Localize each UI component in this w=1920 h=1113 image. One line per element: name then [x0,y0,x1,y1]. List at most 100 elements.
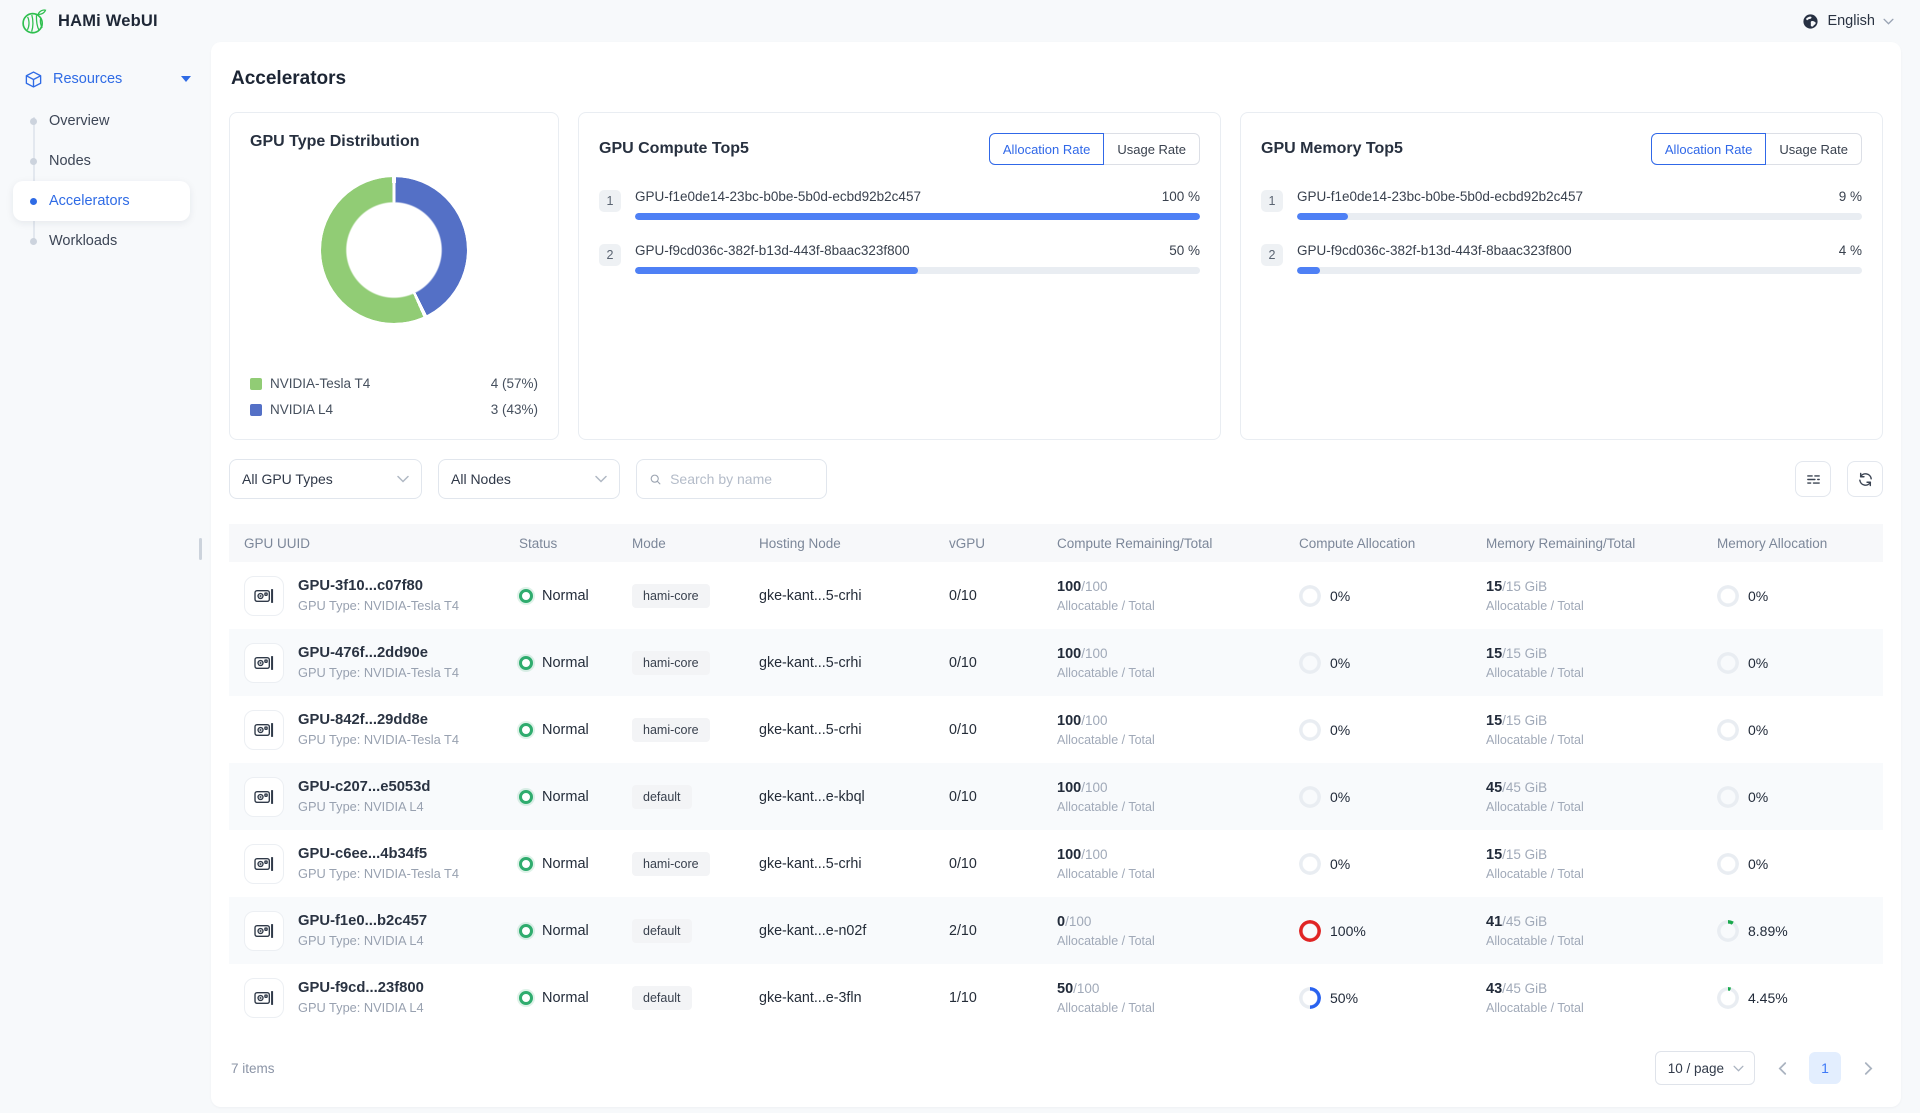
sidebar-resize-handle[interactable] [199,538,202,560]
memory-allocation-ring [1717,987,1739,1009]
column-settings-button[interactable] [1795,461,1831,497]
mode-badge: hami-core [632,852,710,876]
table-row[interactable]: GPU-c207...e5053d GPU Type: NVIDIA L4 No… [229,763,1883,830]
compute-allocation-value: 0% [1330,588,1350,604]
memory-remaining: 41 [1486,914,1502,930]
progress-bar [1297,267,1862,274]
sidebar: Resources Overview Nodes Accelerators Wo… [0,42,211,1113]
col-compute-remaining: Compute Remaining/Total [1057,536,1299,551]
sidebar-item-overview[interactable]: Overview [0,101,211,141]
gpu-uuid: GPU-f1e0...b2c457 [298,913,427,929]
gpu-card-icon [244,844,284,884]
rate-toggle: Allocation Rate Usage Rate [989,133,1200,165]
col-memory-allocation: Memory Allocation [1717,536,1883,551]
memory-total: /15 GiB [1502,646,1547,661]
chevron-down-icon [1883,18,1894,25]
status-label: Normal [542,856,589,872]
main-panel: Accelerators GPU Type Distribution NVIDI… [211,42,1901,1107]
hosting-node: gke-kant...e-kbql [759,789,949,805]
memory-total: /15 GiB [1502,713,1547,728]
node-select[interactable]: All Nodes [438,459,620,499]
tree-dot-icon [30,238,37,245]
status-label: Normal [542,655,589,671]
chevron-down-icon[interactable] [181,76,191,82]
legend-value: 4 (57%) [491,376,538,391]
table-row[interactable]: GPU-3f10...c07f80 GPU Type: NVIDIA-Tesla… [229,562,1883,629]
sidebar-item-label: Overview [49,113,109,129]
table-row[interactable]: GPU-842f...29dd8e GPU Type: NVIDIA-Tesla… [229,696,1883,763]
compute-allocation-ring [1299,719,1321,741]
hosting-node: gke-kant...5-crhi [759,856,949,872]
table-row[interactable]: GPU-f9cd...23f800 GPU Type: NVIDIA L4 No… [229,964,1883,1031]
brand: HAMi WebUI [20,8,158,35]
progress-bar [635,213,1200,220]
gpu-type-select[interactable]: All GPU Types [229,459,422,499]
memory-allocation-value: 0% [1748,588,1768,604]
allocation-rate-tab[interactable]: Allocation Rate [989,133,1104,165]
gpu-type: GPU Type: NVIDIA-Tesla T4 [298,732,459,747]
search-input[interactable] [670,471,814,487]
table-row[interactable]: GPU-c6ee...4b34f5 GPU Type: NVIDIA-Tesla… [229,830,1883,897]
gpu-name: GPU-f9cd036c-382f-b13d-443f-8baac323f800 [1297,243,1572,258]
refresh-icon [1857,471,1874,488]
status-ok-icon [519,924,533,938]
table-row[interactable]: GPU-476f...2dd90e GPU Type: NVIDIA-Tesla… [229,629,1883,696]
legend-value: 3 (43%) [491,402,538,417]
top5-item: 2 GPU-f9cd036c-382f-b13d-443f-8baac323f8… [599,243,1200,274]
next-page-button[interactable] [1855,1052,1881,1084]
chevron-down-icon [397,475,409,483]
table-row[interactable]: GPU-f1e0...b2c457 GPU Type: NVIDIA L4 No… [229,897,1883,964]
compute-remaining: 50 [1057,981,1073,997]
sidebar-item-label: Nodes [49,153,91,169]
compute-remaining: 100 [1057,713,1081,729]
legend-label: NVIDIA L4 [270,402,333,417]
table-footer: 7 items 10 / page 1 [229,1031,1883,1085]
gpu-type: GPU Type: NVIDIA L4 [298,933,427,948]
legend-swatch [250,404,262,416]
allocatable-total-label: Allocatable / Total [1486,666,1717,680]
page-size-select[interactable]: 10 / page [1655,1051,1755,1085]
sidebar-item-workloads[interactable]: Workloads [0,221,211,261]
sidebar-item-nodes[interactable]: Nodes [0,141,211,181]
gpu-type-select-value: All GPU Types [242,471,333,487]
node-select-value: All Nodes [451,471,511,487]
sidebar-item-label: Accelerators [49,193,130,209]
compute-total: /100 [1081,646,1107,661]
memory-allocation-ring [1717,652,1739,674]
col-mode: Mode [632,536,759,551]
sidebar-section-label: Resources [53,71,122,87]
vgpu-count: 1/10 [949,990,1057,1006]
language-selector[interactable]: English [1802,13,1894,30]
col-hosting-node: Hosting Node [759,536,949,551]
sidebar-item-label: Workloads [49,233,117,249]
hosting-node: gke-kant...5-crhi [759,588,949,604]
compute-total: /100 [1081,713,1107,728]
rank-badge: 2 [1261,244,1283,266]
legend-item: NVIDIA-Tesla T4 4 (57%) [250,376,538,391]
memory-remaining: 45 [1486,780,1502,796]
refresh-button[interactable] [1847,461,1883,497]
sidebar-section-resources[interactable]: Resources [0,59,211,99]
donut-legend: NVIDIA-Tesla T4 4 (57%) NVIDIA L4 3 (43%… [250,376,538,419]
gpu-card-icon [244,978,284,1018]
memory-total: /15 GiB [1502,579,1547,594]
hosting-node: gke-kant...e-3fln [759,990,949,1006]
usage-rate-tab[interactable]: Usage Rate [1103,133,1200,165]
compute-total: /100 [1073,981,1099,996]
column-settings-icon [1805,471,1822,488]
mode-badge: default [632,919,692,943]
prev-page-button[interactable] [1769,1052,1795,1084]
compute-allocation-value: 0% [1330,722,1350,738]
compute-allocation-ring [1299,652,1321,674]
allocation-rate-tab[interactable]: Allocation Rate [1651,133,1766,165]
memory-allocation-ring [1717,719,1739,741]
page-number-1[interactable]: 1 [1809,1052,1841,1084]
gpu-card-icon [244,777,284,817]
hosting-node: gke-kant...5-crhi [759,722,949,738]
usage-rate-tab[interactable]: Usage Rate [1765,133,1862,165]
rate-toggle: Allocation Rate Usage Rate [1651,133,1862,165]
sidebar-item-accelerators[interactable]: Accelerators [13,181,190,221]
compute-total: /100 [1065,914,1091,929]
globe-icon [1802,13,1819,30]
top5-item: 2 GPU-f9cd036c-382f-b13d-443f-8baac323f8… [1261,243,1862,274]
